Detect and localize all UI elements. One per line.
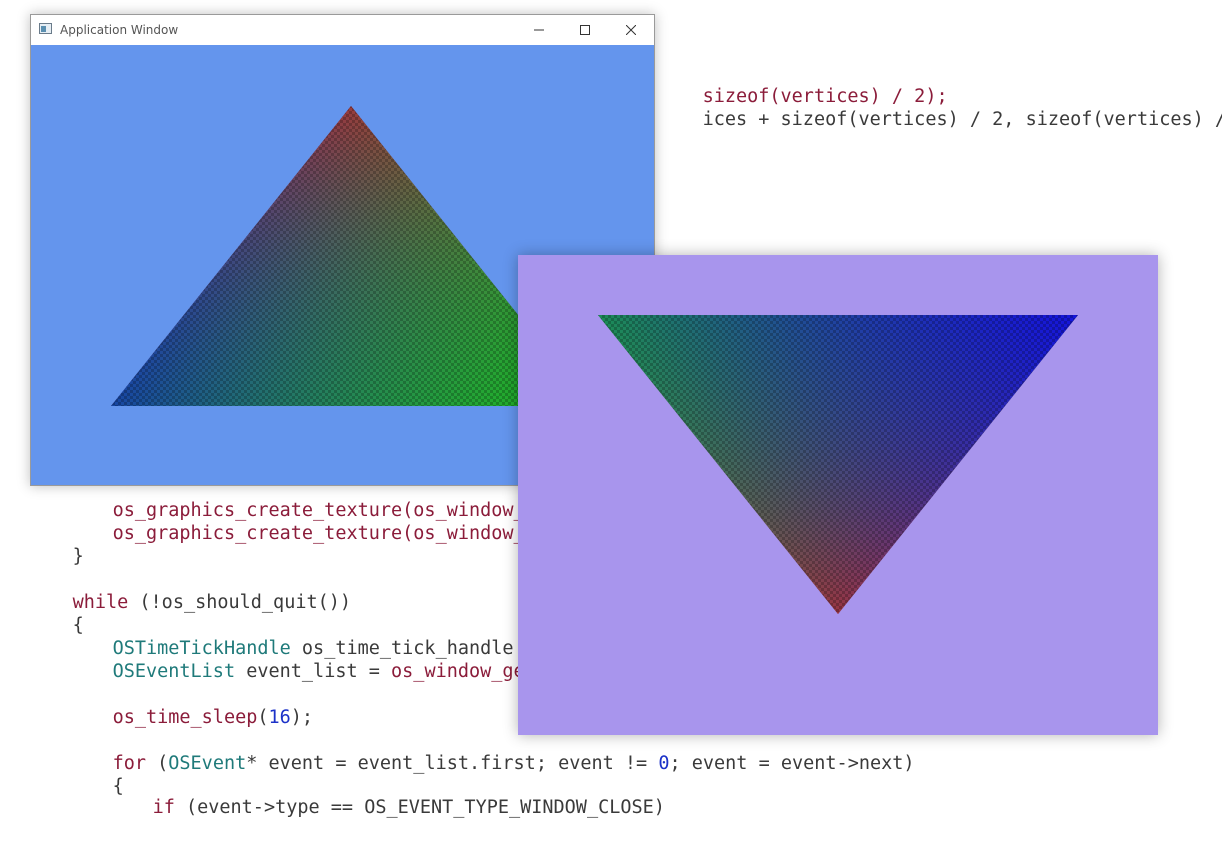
code-line: sizeof(vertices) / 2); <box>658 62 948 107</box>
minimize-button[interactable] <box>516 15 562 45</box>
code-line: os_time_sleep(16); <box>68 683 314 728</box>
code-text: ( <box>257 707 269 728</box>
maximize-button[interactable] <box>562 15 608 45</box>
code-line: } <box>28 522 84 567</box>
code-line: ices + sizeof(vertices) / 2, sizeof(vert… <box>658 85 1222 130</box>
code-text: ); <box>290 707 314 728</box>
code-text: event_list = <box>235 661 392 682</box>
code-text: ( <box>145 753 169 774</box>
close-button[interactable] <box>608 15 654 45</box>
title-bar[interactable]: Application Window <box>31 15 654 45</box>
maximize-icon <box>580 25 590 35</box>
gradient-triangle-inverted <box>598 315 1078 614</box>
number-literal: 16 <box>268 707 291 728</box>
close-icon <box>626 25 636 35</box>
type-name: OSEvent <box>168 753 247 774</box>
window-title: Application Window <box>60 23 179 37</box>
code-text: (!os_should_quit()) <box>128 592 352 613</box>
code-text: ; event = event->next) <box>669 753 915 774</box>
secondary-render-window[interactable] <box>518 255 1158 735</box>
code-line: { <box>28 591 84 636</box>
code-line: while (!os_should_quit()) <box>28 568 351 613</box>
code-line: if (event->type == OS_EVENT_TYPE_WINDOW_… <box>108 773 665 818</box>
number-literal: 0 <box>658 753 670 774</box>
function-name: os_time_sleep <box>112 707 258 728</box>
code-text: * event = event_list.first; event != <box>246 753 659 774</box>
type-name: OSEventList <box>112 661 236 682</box>
code-text: } <box>72 546 84 567</box>
render-surface <box>598 315 1078 614</box>
code-line: { <box>68 752 124 797</box>
app-window-icon <box>39 23 52 34</box>
keyword: if <box>152 797 175 818</box>
code-text: (event->type == OS_EVENT_TYPE_WINDOW_CLO… <box>174 797 665 818</box>
minimize-icon <box>534 29 544 31</box>
code-text: ices + sizeof(vertices) / 2, sizeof(vert… <box>702 109 1222 130</box>
